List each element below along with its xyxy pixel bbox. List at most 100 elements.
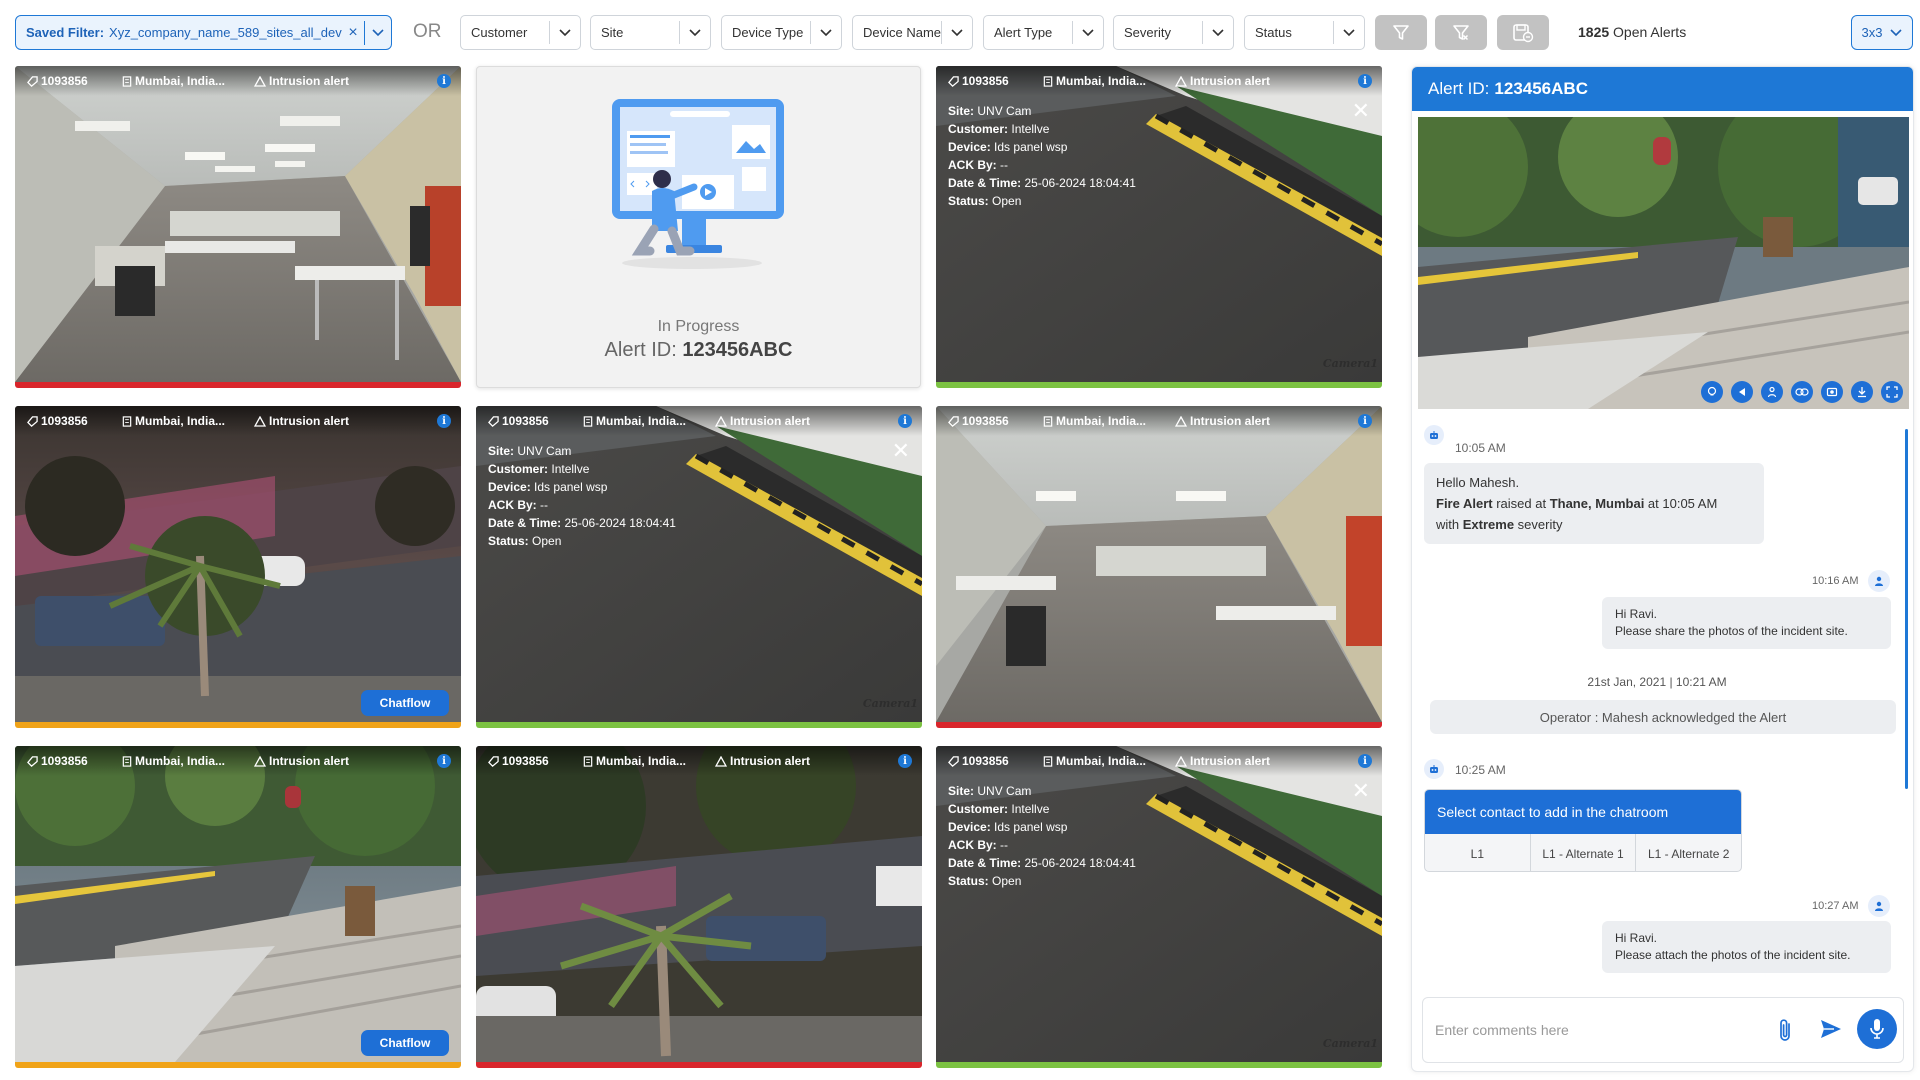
chevron-down-icon	[1073, 28, 1103, 37]
robot-icon	[1430, 765, 1438, 773]
site-name: Mumbai, India...	[135, 74, 226, 88]
building-icon	[122, 755, 132, 767]
microphone-button[interactable]	[1857, 1009, 1897, 1049]
tag-icon	[948, 755, 959, 767]
camera-feed-road-steps	[1418, 117, 1909, 409]
camera-feed-office	[936, 406, 1382, 722]
bulb-icon[interactable]	[1701, 381, 1723, 403]
alert-type: Intrusion alert	[1190, 754, 1271, 768]
chatflow-button[interactable]: Chatflow	[361, 690, 449, 716]
camera-tag: Camera1	[1322, 357, 1378, 370]
tag-icon	[27, 75, 38, 87]
alert-tile[interactable]: 1093856 Mumbai, India... Intrusion alert…	[476, 406, 922, 728]
alert-tile[interactable]: 1093856 Mumbai, India... Intrusion alert…	[476, 746, 922, 1068]
severity-bar-green	[476, 722, 922, 728]
alert-tile[interactable]: 1093856 Mumbai, India... Intrusion alert…	[936, 66, 1382, 388]
comment-input[interactable]	[1435, 1018, 1765, 1042]
chat-scrollbar[interactable]	[1905, 429, 1908, 789]
rewind-icon[interactable]	[1731, 381, 1753, 403]
alert-type: Intrusion alert	[269, 414, 350, 428]
tile-header: 1093856 Mumbai, India... Intrusion alert…	[936, 406, 1382, 436]
info-icon[interactable]: i	[1358, 74, 1372, 88]
status-filter-dropdown[interactable]: Status	[1244, 15, 1365, 50]
clear-saved-filter-icon[interactable]: ×	[342, 24, 364, 42]
apply-filter-button[interactable]	[1375, 15, 1427, 50]
contact-option-l1-alt1[interactable]: L1 - Alternate 1	[1531, 834, 1637, 871]
system-timestamp: 21st Jan, 2021 | 10:21 AM	[1587, 675, 1727, 689]
send-icon[interactable]	[1819, 1018, 1843, 1045]
tile-header: 1093856 Mumbai, India... Intrusion alert…	[936, 66, 1382, 96]
device-type-filter-dropdown[interactable]: Device Type	[721, 15, 842, 50]
camera-feed-office	[15, 66, 461, 382]
warning-icon	[1175, 415, 1187, 427]
info-icon[interactable]: i	[437, 754, 451, 768]
contact-option-l1-alt2[interactable]: L1 - Alternate 2	[1636, 834, 1741, 871]
tag-icon	[27, 415, 38, 427]
chatflow-button[interactable]: Chatflow	[361, 1030, 449, 1056]
alert-tile[interactable]: 1093856 Mumbai, India... Intrusion alert…	[936, 406, 1382, 728]
grid-layout-value: 3x3	[1861, 25, 1883, 40]
contact-option-l1[interactable]: L1	[1425, 834, 1531, 871]
severity-bar-green	[936, 382, 1382, 388]
chevron-down-icon[interactable]	[365, 28, 391, 37]
site-name: Mumbai, India...	[1056, 754, 1147, 768]
close-details-icon[interactable]: ✕	[1352, 100, 1370, 122]
device-type-filter-label: Device Type	[732, 25, 804, 40]
close-details-icon[interactable]: ✕	[1352, 780, 1370, 802]
clear-filter-icon	[1453, 24, 1469, 40]
device-id: 1093856	[41, 74, 88, 88]
camera-feed-road-steps	[15, 746, 461, 1062]
building-icon	[1043, 755, 1053, 767]
chevron-down-icon	[550, 28, 580, 37]
message-time: 10:16 AM	[1812, 575, 1859, 587]
building-icon	[583, 755, 593, 767]
in-progress-label: In Progress	[657, 318, 740, 335]
clear-filter-button[interactable]	[1435, 15, 1487, 50]
chat-compose-bar	[1422, 997, 1904, 1063]
chevron-down-icon	[811, 28, 841, 37]
bot-avatar	[1424, 759, 1444, 779]
tile-header: 1093856 Mumbai, India... Intrusion alert…	[476, 746, 922, 776]
customer-filter-dropdown[interactable]: Customer	[460, 15, 581, 50]
alert-tile[interactable]: 1093856 Mumbai, India... Intrusion alert…	[936, 746, 1382, 1068]
live-video-player[interactable]	[1418, 117, 1909, 409]
tile-header: 1093856 Mumbai, India... Intrusion alert…	[15, 66, 461, 96]
device-id: 1093856	[962, 74, 1009, 88]
chevron-down-icon	[1334, 28, 1364, 37]
severity-bar-orange	[15, 722, 461, 728]
message-time: 10:05 AM	[1455, 441, 1506, 455]
alert-details: Site: UNV Cam Customer: Intellve Device:…	[948, 104, 1136, 208]
snapshot-icon[interactable]	[1821, 381, 1843, 403]
site-filter-dropdown[interactable]: Site	[590, 15, 711, 50]
alert-type-filter-dropdown[interactable]: Alert Type	[983, 15, 1104, 50]
attach-icon[interactable]	[1777, 1017, 1795, 1048]
info-icon[interactable]: i	[437, 74, 451, 88]
grid-layout-select[interactable]: 3x3	[1851, 15, 1913, 50]
alert-type: Intrusion alert	[730, 754, 811, 768]
saved-filter-select[interactable]: Saved Filter: Xyz_company_name_589_sites…	[15, 15, 392, 50]
close-details-icon[interactable]: ✕	[892, 440, 910, 462]
fullscreen-icon[interactable]	[1881, 381, 1903, 403]
user-icon	[1875, 576, 1883, 586]
user-avatar	[1868, 895, 1890, 917]
link-icon[interactable]	[1791, 381, 1813, 403]
device-name-filter-dropdown[interactable]: Device Name	[852, 15, 973, 50]
alert-tile[interactable]: 1093856 Mumbai, India... Intrusion alert…	[15, 406, 461, 728]
chevron-down-icon	[680, 28, 710, 37]
info-icon[interactable]: i	[898, 414, 912, 428]
alert-tile[interactable]: 1093856 Mumbai, India... Intrusion alert…	[15, 746, 461, 1068]
warning-icon	[715, 755, 727, 767]
person-icon[interactable]	[1761, 381, 1783, 403]
download-icon[interactable]	[1851, 381, 1873, 403]
severity-filter-dropdown[interactable]: Severity	[1113, 15, 1234, 50]
info-icon[interactable]: i	[898, 754, 912, 768]
alert-tile[interactable]: 1093856 Mumbai, India... Intrusion alert…	[15, 66, 461, 388]
info-icon[interactable]: i	[1358, 754, 1372, 768]
warning-icon	[254, 755, 266, 767]
chevron-down-icon	[942, 28, 972, 37]
save-filter-button[interactable]	[1497, 15, 1549, 50]
info-icon[interactable]: i	[1358, 414, 1372, 428]
building-icon	[122, 415, 132, 427]
site-name: Mumbai, India...	[1056, 414, 1147, 428]
info-icon[interactable]: i	[437, 414, 451, 428]
